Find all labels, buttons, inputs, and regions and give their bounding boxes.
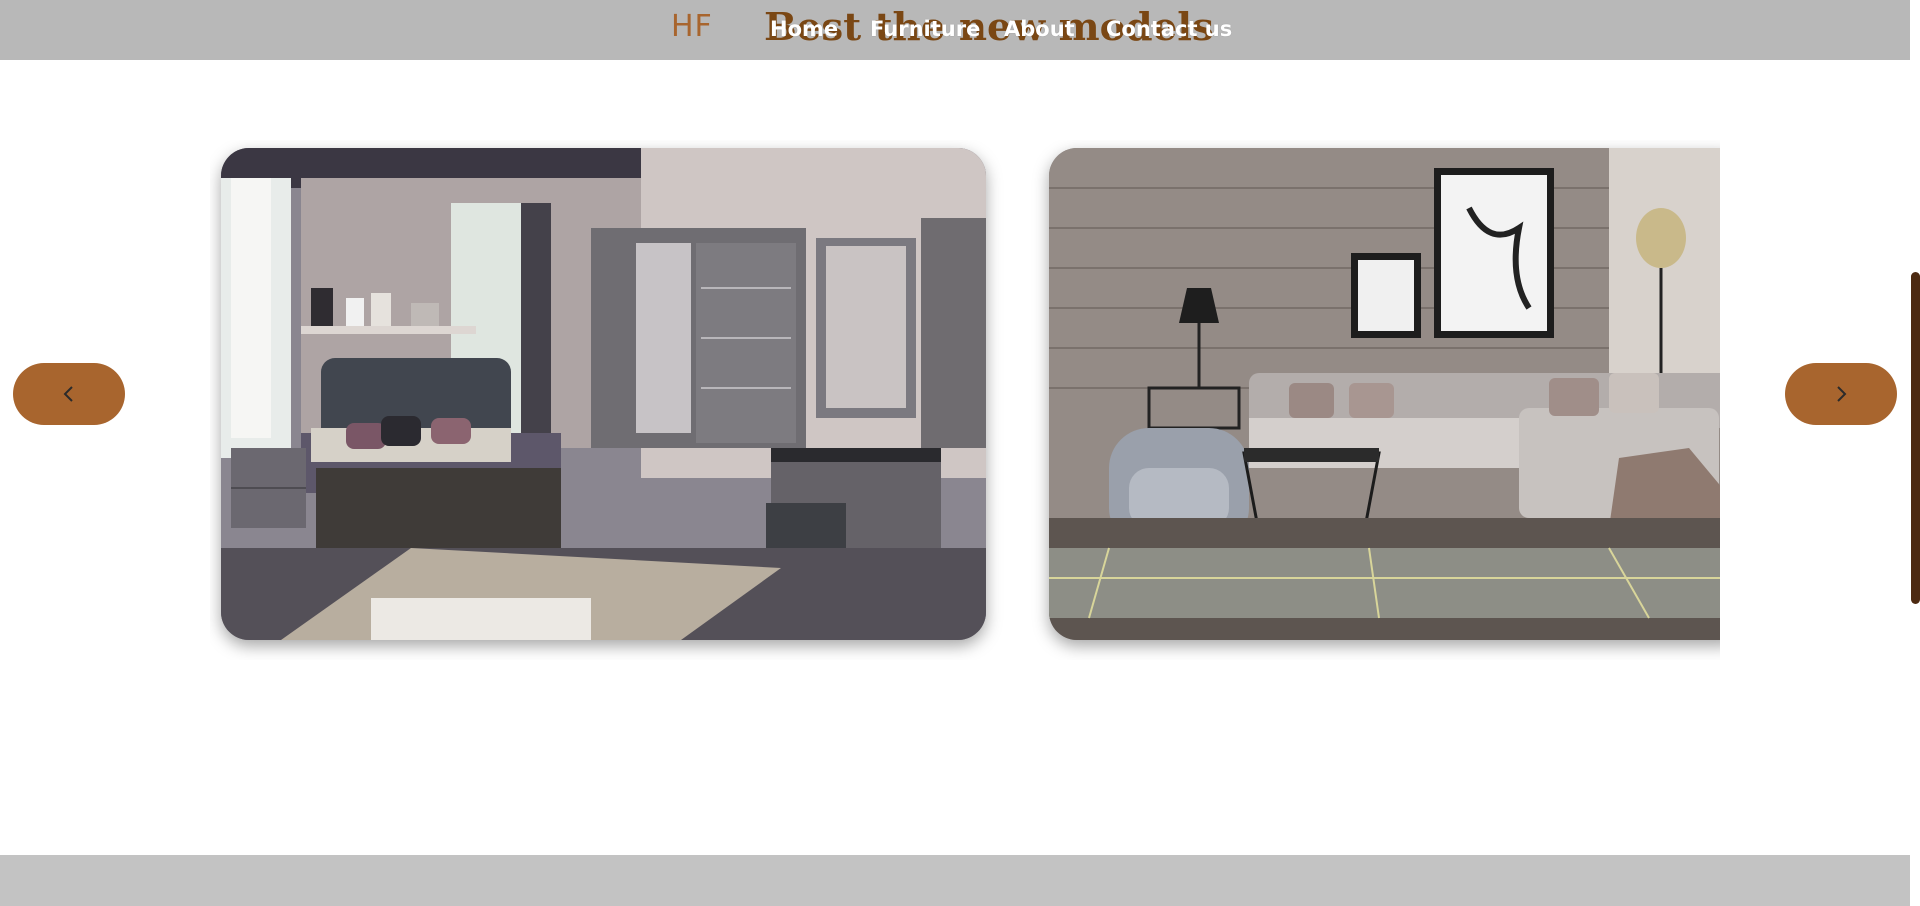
scrollbar-thumb[interactable] [1911,272,1920,604]
chevron-right-icon [1837,386,1847,402]
living-room-image [1049,148,1720,640]
carousel-next-button[interactable] [1785,363,1897,425]
footer [0,855,1910,906]
nav-link-contact-us[interactable]: Contact us [1106,17,1232,41]
nav-link-furniture[interactable]: Furniture [870,17,980,41]
logo[interactable]: HF [671,9,713,44]
image-carousel [210,140,1720,660]
bedroom-image [221,148,986,640]
nav-link-about[interactable]: About [1004,17,1075,41]
page: HF Best the new models Home Furniture Ab… [0,0,1920,906]
carousel-slide-bedroom[interactable] [221,148,986,640]
carousel-prev-button[interactable] [13,363,125,425]
top-navbar: HF Best the new models Home Furniture Ab… [0,0,1910,60]
carousel-slide-living-room[interactable] [1049,148,1720,640]
chevron-left-icon [63,386,73,402]
nav-link-home[interactable]: Home [770,17,838,41]
